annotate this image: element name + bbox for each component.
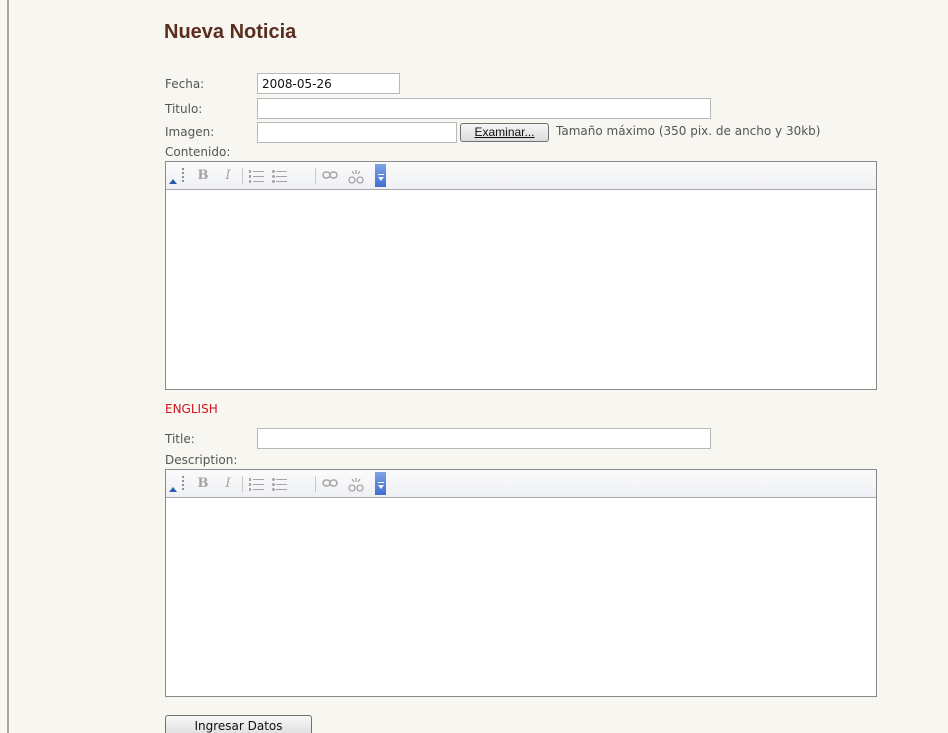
fecha-input[interactable] (257, 73, 400, 94)
page-title: Nueva Noticia (164, 21, 297, 43)
toolbar-separator (242, 168, 243, 184)
description-textarea[interactable] (166, 498, 876, 696)
collapse-icon[interactable] (169, 179, 177, 184)
browse-button[interactable]: Examinar... (460, 123, 549, 142)
contenido-editor: B I (165, 161, 877, 390)
toolbar-separator (315, 476, 316, 492)
imagen-label: Imagen: (165, 125, 215, 139)
description-editor: B I (165, 469, 877, 697)
toolbar-separator (315, 168, 316, 184)
bold-icon[interactable]: B (193, 475, 213, 493)
grip-icon (182, 475, 184, 491)
grip-icon (182, 167, 184, 183)
ordered-list-icon[interactable] (247, 475, 267, 493)
imagen-size-hint: Tamaño máximo (350 pix. de ancho y 30kb) (556, 124, 821, 138)
unordered-list-icon[interactable] (270, 167, 290, 185)
fecha-label: Fecha: (165, 77, 205, 91)
contenido-textarea[interactable] (166, 190, 876, 389)
english-section-heading: ENGLISH (165, 402, 218, 416)
contenido-label: Contenido: (165, 145, 231, 159)
page: Nueva Noticia Fecha: Titulo: Imagen: Exa… (0, 0, 948, 733)
imagen-file-input[interactable] (257, 122, 457, 143)
link-icon[interactable] (320, 167, 340, 185)
unlink-icon[interactable] (346, 167, 366, 185)
titulo-input[interactable] (257, 98, 711, 119)
submit-button[interactable]: Ingresar Datos (165, 715, 312, 733)
more-options-icon[interactable] (375, 164, 386, 187)
bold-icon[interactable]: B (193, 167, 213, 185)
title-label: Title: (165, 432, 195, 446)
link-icon[interactable] (320, 475, 340, 493)
toolbar-separator (242, 476, 243, 492)
more-options-icon[interactable] (375, 472, 386, 495)
italic-icon[interactable]: I (218, 475, 238, 493)
collapse-icon[interactable] (169, 487, 177, 492)
editor-toolbar: B I (166, 470, 876, 498)
editor-toolbar: B I (166, 162, 876, 190)
ordered-list-icon[interactable] (247, 167, 267, 185)
left-divider (7, 0, 9, 733)
italic-icon[interactable]: I (218, 167, 238, 185)
unlink-icon[interactable] (346, 475, 366, 493)
unordered-list-icon[interactable] (270, 475, 290, 493)
description-label: Description: (165, 453, 238, 467)
title-input[interactable] (257, 428, 711, 449)
browse-button-label: Examinar... (474, 125, 535, 139)
titulo-label: Titulo: (165, 102, 203, 116)
